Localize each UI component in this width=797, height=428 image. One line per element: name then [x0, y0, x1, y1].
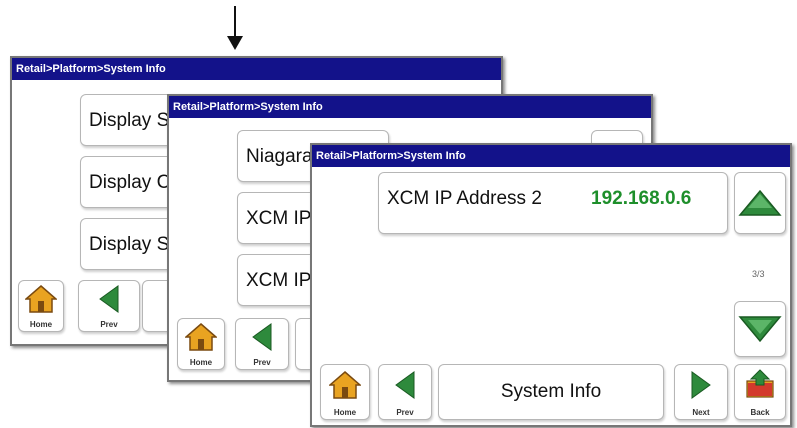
- prev-arrow-icon: [252, 323, 272, 351]
- prev-button[interactable]: Prev: [378, 364, 432, 420]
- title-bar: Retail>Platform>System Info: [312, 145, 790, 167]
- page-indicator: 3/3: [752, 269, 765, 279]
- prev-label: Prev: [100, 320, 118, 329]
- home-icon: [329, 371, 361, 399]
- next-button[interactable]: Next: [674, 364, 728, 420]
- back-folder-icon: [746, 369, 774, 398]
- prev-button[interactable]: Prev: [235, 318, 289, 370]
- menu-item-label: Display S: [89, 110, 170, 131]
- home-label: Home: [189, 358, 213, 367]
- home-button[interactable]: Home: [320, 364, 370, 420]
- menu-item-label: Display C: [89, 172, 171, 193]
- menu-item-xcm-ip-address-2[interactable]: XCM IP Address 2 192.168.0.6: [378, 172, 728, 234]
- prev-label: Prev: [396, 408, 414, 417]
- prev-label: Prev: [253, 358, 271, 367]
- menu-item-label: XCM IP: [246, 208, 312, 229]
- next-label: Next: [692, 408, 710, 417]
- back-label: Back: [750, 408, 770, 417]
- scroll-down-button[interactable]: [734, 301, 786, 357]
- home-icon: [25, 285, 57, 313]
- ip-address-value: 192.168.0.6: [591, 188, 692, 209]
- menu-item-label: XCM IP: [246, 270, 312, 291]
- menu-item-label: Niagara: [246, 146, 313, 167]
- title-bar: Retail>Platform>System Info: [12, 58, 501, 80]
- menu-item-label: XCM IP Address 2: [387, 188, 542, 209]
- home-icon: [185, 323, 217, 351]
- home-label: Home: [333, 408, 357, 417]
- scroll-down-icon: [738, 316, 782, 343]
- prev-arrow-icon: [99, 285, 119, 313]
- screen-3: Retail>Platform>System Info XCM IP Addre…: [310, 143, 792, 427]
- prev-arrow-icon: [395, 371, 415, 399]
- center-title-button[interactable]: System Info: [438, 364, 664, 420]
- home-label: Home: [29, 320, 53, 329]
- menu-item-label: Display S: [89, 234, 170, 255]
- scroll-up-button[interactable]: [734, 172, 786, 234]
- back-button[interactable]: Back: [734, 364, 786, 420]
- scroll-up-icon: [738, 189, 782, 216]
- home-button[interactable]: Home: [18, 280, 64, 332]
- home-button[interactable]: Home: [177, 318, 225, 370]
- next-arrow-icon: [691, 371, 711, 399]
- title-bar: Retail>Platform>System Info: [169, 96, 651, 118]
- center-title-label: System Info: [500, 381, 602, 402]
- prev-button[interactable]: Prev: [78, 280, 140, 332]
